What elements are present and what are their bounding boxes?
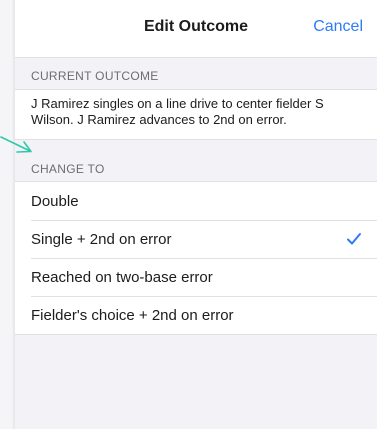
cancel-button[interactable]: Cancel: [313, 18, 363, 36]
navigation-bar: Edit Outcome Cancel: [15, 0, 377, 58]
checkmark-icon: [347, 233, 361, 245]
change-to-header-label: CHANGE TO: [31, 162, 105, 176]
option-single-2nd-on-error[interactable]: Single + 2nd on error: [15, 220, 377, 258]
option-label: Fielder's choice + 2nd on error: [31, 307, 234, 324]
option-fielders-choice-2nd-on-error[interactable]: Fielder's choice + 2nd on error: [15, 296, 377, 334]
arrow-pointer-icon: [0, 136, 32, 153]
option-double[interactable]: Double: [15, 182, 377, 220]
option-reached-two-base-error[interactable]: Reached on two-base error: [15, 258, 377, 296]
current-outcome-box: J Ramirez singles on a line drive to cen…: [15, 89, 377, 140]
current-outcome-text: J Ramirez singles on a line drive to cen…: [31, 96, 324, 127]
edit-outcome-sheet: Edit Outcome Cancel CURRENT OUTCOME J Ra…: [15, 0, 377, 429]
option-label: Reached on two-base error: [31, 269, 213, 286]
option-label: Double: [31, 193, 79, 210]
outcome-options-list: Double Single + 2nd on error Reached on …: [15, 181, 377, 335]
app-screen: Edit Outcome Cancel CURRENT OUTCOME J Ra…: [0, 0, 377, 429]
option-label: Single + 2nd on error: [31, 231, 172, 248]
current-outcome-header-label: CURRENT OUTCOME: [31, 69, 159, 83]
